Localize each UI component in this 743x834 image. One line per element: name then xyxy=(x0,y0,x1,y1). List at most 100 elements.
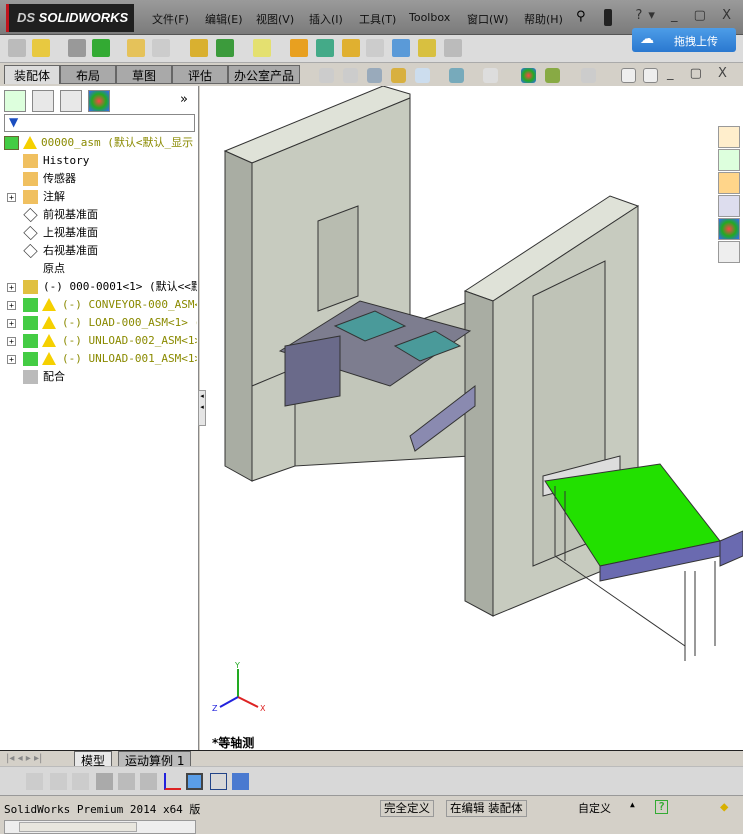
new-component-icon[interactable] xyxy=(8,39,26,57)
align-icon[interactable] xyxy=(140,773,157,790)
tree-item[interactable]: + (-) 000-0001<1> (默认<<默认 xyxy=(0,278,197,296)
smart-fasteners-icon[interactable] xyxy=(127,39,145,57)
upload-button[interactable]: ☁ 拖拽上传 xyxy=(632,28,736,52)
help-icon[interactable]: ? xyxy=(655,800,668,814)
configuration-manager-tab[interactable] xyxy=(60,90,82,112)
panel-collapse-handle[interactable]: ◂ ◂ xyxy=(198,390,206,426)
tab-model[interactable]: 模型 xyxy=(74,751,113,768)
custom-properties-icon[interactable] xyxy=(718,241,740,263)
tab-scroll-arrows[interactable]: |◂ ◂ ▸ ▸| xyxy=(6,753,42,764)
mate-icon[interactable] xyxy=(68,39,86,57)
expand-chevron-icon[interactable]: » xyxy=(180,92,188,107)
menu-edit[interactable]: 编辑(E) xyxy=(205,11,243,27)
expand-icon[interactable]: + xyxy=(7,355,16,364)
tree-item[interactable]: 传感器 xyxy=(0,170,197,188)
edit-sketch-icon[interactable] xyxy=(232,773,249,790)
design-library-icon[interactable] xyxy=(718,149,740,171)
apply-scene-icon[interactable] xyxy=(545,68,560,83)
tag-icon[interactable]: ◆ xyxy=(720,799,728,815)
expand-icon[interactable]: + xyxy=(7,337,16,346)
tile-left-icon[interactable] xyxy=(621,68,636,83)
solidworks-resources-icon[interactable] xyxy=(718,126,740,148)
view-palette-icon[interactable] xyxy=(718,195,740,217)
menu-tools[interactable]: 工具(T) xyxy=(359,11,396,27)
zoom-to-area-icon[interactable] xyxy=(343,68,358,83)
component-icon[interactable] xyxy=(50,773,67,790)
tab-layout[interactable]: 布局 xyxy=(60,65,116,84)
axes-icon[interactable] xyxy=(164,773,181,790)
menu-file[interactable]: 文件(F) xyxy=(152,11,189,27)
property-manager-tab[interactable] xyxy=(32,90,54,112)
menu-insert[interactable]: 插入(I) xyxy=(309,11,343,27)
tab-evaluate[interactable]: 评估 xyxy=(172,65,228,84)
filter-input[interactable]: ▼ xyxy=(4,114,195,132)
zoom-to-fit-icon[interactable] xyxy=(319,68,334,83)
view-settings-icon[interactable] xyxy=(581,68,596,83)
section-view-icon[interactable] xyxy=(391,68,406,83)
tree-item[interactable]: 上视基准面 xyxy=(0,224,197,242)
display-style-icon[interactable] xyxy=(449,68,464,83)
feature-manager-tab[interactable] xyxy=(4,90,26,112)
linear-pattern-icon[interactable] xyxy=(92,39,110,57)
assembly-features-icon[interactable] xyxy=(216,39,234,57)
list-icon[interactable] xyxy=(96,773,113,790)
traffic-light-icon[interactable] xyxy=(604,9,612,26)
menu-window[interactable]: 窗口(W) xyxy=(467,11,508,27)
tree-item[interactable]: 原点 xyxy=(0,260,197,278)
tree-item[interactable]: + 注解 xyxy=(0,188,197,206)
tree-item[interactable]: 右视基准面 xyxy=(0,242,197,260)
tile-right-icon[interactable] xyxy=(643,68,658,83)
bill-of-materials-icon[interactable] xyxy=(316,39,334,57)
tab-sketch[interactable]: 草图 xyxy=(116,65,172,84)
explode-line-icon[interactable] xyxy=(366,39,384,57)
grid-icon[interactable] xyxy=(118,773,135,790)
move-component-icon[interactable] xyxy=(152,39,170,57)
units-arrow-icon[interactable]: ▲ xyxy=(630,800,635,809)
exploded-view-icon[interactable] xyxy=(342,39,360,57)
tab-assembly[interactable]: 装配体 xyxy=(4,65,60,84)
tab-office-products[interactable]: 办公室产品 xyxy=(228,65,300,84)
appearances-icon[interactable] xyxy=(718,218,740,240)
menu-toolbox[interactable]: Toolbox xyxy=(409,11,450,24)
file-explorer-icon[interactable] xyxy=(718,172,740,194)
view-orientation-icon[interactable] xyxy=(415,68,430,83)
graphics-area[interactable]: Y X Z *等轴测 xyxy=(200,85,743,750)
table-icon[interactable] xyxy=(210,773,227,790)
horizontal-scrollbar[interactable] xyxy=(4,820,196,834)
expand-icon[interactable]: + xyxy=(7,283,16,292)
expand-icon[interactable]: + xyxy=(7,193,16,202)
instant3d-icon[interactable] xyxy=(444,39,462,57)
insert-component-icon[interactable] xyxy=(32,39,50,57)
scrollbar-thumb[interactable] xyxy=(19,822,137,832)
window-controls[interactable]: ?▾ _ ▢ X xyxy=(635,8,737,23)
tree-item[interactable]: + (-) UNLOAD-001_ASM<1> xyxy=(0,350,197,368)
assembly-model[interactable] xyxy=(200,85,743,750)
menu-help[interactable]: 帮助(H) xyxy=(524,11,563,27)
menu-view[interactable]: 视图(V) xyxy=(256,11,294,27)
hide-show-items-icon[interactable] xyxy=(483,68,498,83)
tree-item[interactable]: History xyxy=(0,152,197,170)
interference-icon[interactable] xyxy=(392,39,410,57)
tree-item[interactable]: 配合 xyxy=(0,368,197,386)
display-manager-tab[interactable] xyxy=(88,90,110,112)
pin-icon[interactable]: ⚲ xyxy=(576,9,586,24)
new-motion-study-icon[interactable] xyxy=(290,39,308,57)
3d-view-icon[interactable] xyxy=(186,773,203,790)
edit-appearance-icon[interactable] xyxy=(521,68,536,83)
show-hidden-icon[interactable] xyxy=(190,39,208,57)
tree-item[interactable]: +(-) LOAD-000_ASM<1> (默 xyxy=(0,314,197,332)
previous-view-icon[interactable] xyxy=(367,68,382,83)
expand-icon[interactable]: + xyxy=(7,301,16,310)
units-selector[interactable]: 自定义 xyxy=(578,800,611,816)
tree-root[interactable]: 00000_asm (默认<默认_显示 xyxy=(0,134,197,152)
clearance-icon[interactable] xyxy=(418,39,436,57)
document-window-controls[interactable]: _ ▢ X xyxy=(667,66,733,81)
tree-item[interactable]: + (-) UNLOAD-002_ASM<1> xyxy=(0,332,197,350)
tree-item[interactable]: 前视基准面 xyxy=(0,206,197,224)
tab-motion-study[interactable]: 运动算例 1 xyxy=(118,751,192,768)
edit-component-icon[interactable] xyxy=(26,773,43,790)
tree-item[interactable]: +(-) CONVEYOR-000_ASM<1> xyxy=(0,296,197,314)
reference-geometry-icon[interactable] xyxy=(253,39,271,57)
expand-icon[interactable]: + xyxy=(7,319,16,328)
mate-icon-bottom[interactable] xyxy=(72,773,89,790)
